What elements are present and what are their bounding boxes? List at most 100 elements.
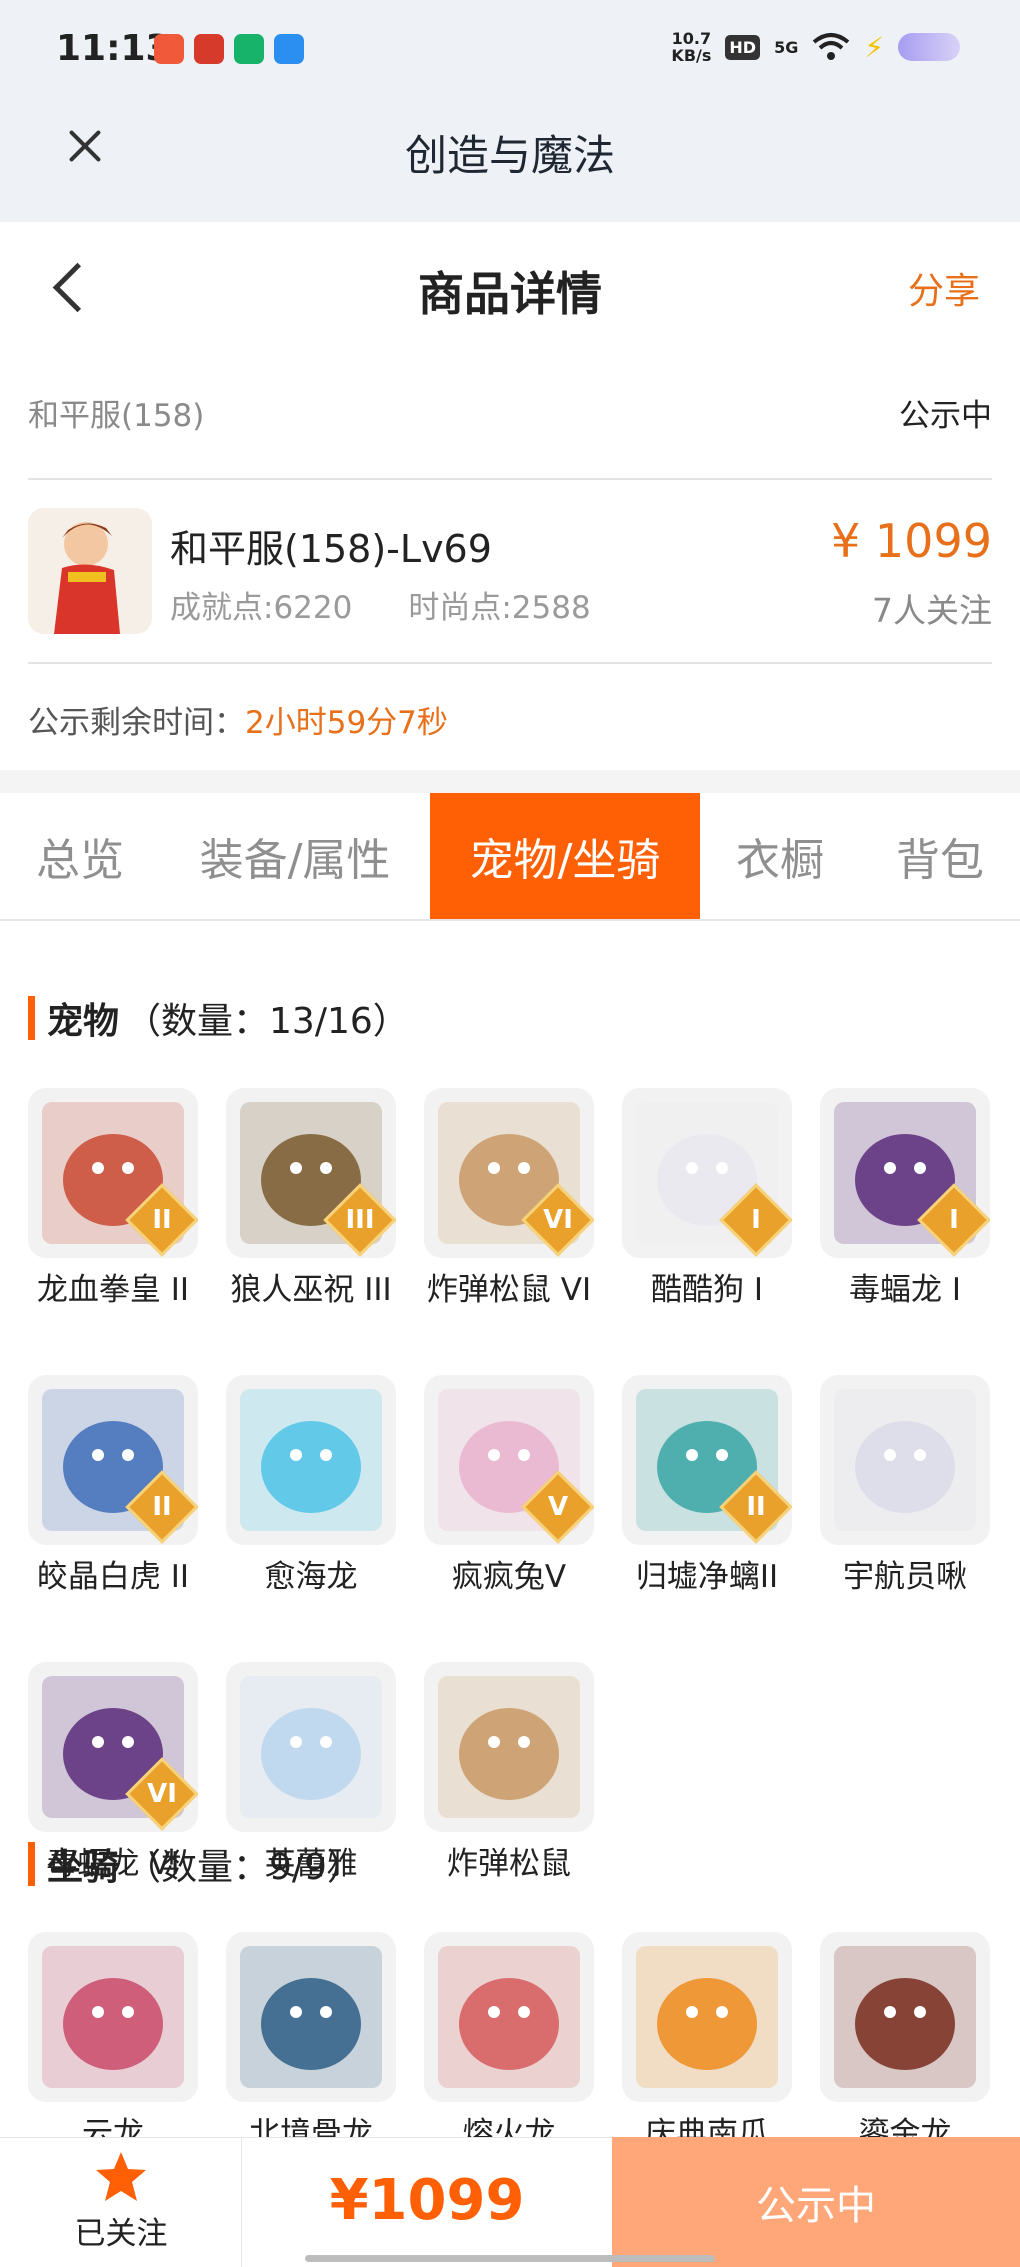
pet-name: 愈海龙 (264, 1559, 358, 1595)
pet-image: I (622, 1088, 792, 1258)
character-portrait-icon (28, 508, 152, 634)
server-name: 和平服(158) (28, 398, 205, 434)
pet-name: 宇航员啾 (843, 1559, 967, 1595)
pet-item[interactable]: II 龙血拳皇 II (28, 1088, 198, 1309)
app-notification-icon (154, 34, 184, 64)
pet-item[interactable]: I 毒蝠龙 I (820, 1088, 990, 1309)
mount-item[interactable]: 庆典南瓜 (622, 1932, 792, 2153)
charging-icon: ⚡ (864, 30, 884, 64)
mounts-count: （数量：9/9） (125, 1847, 363, 1888)
listing-status: 公示中 (899, 398, 992, 434)
tab-equipment[interactable]: 装备/属性 (160, 793, 430, 919)
tab-bar: 总览 装备/属性 宠物/坐骑 衣橱 背包 (0, 793, 1020, 921)
mount-item[interactable]: 云龙 (28, 1932, 198, 2153)
pet-item[interactable]: III 狼人巫祝 III (226, 1088, 396, 1309)
mount-item[interactable]: 熔火龙 (424, 1932, 594, 2153)
pet-name: 归墟净螭II (635, 1559, 779, 1595)
public-status-button[interactable]: 公示中 (612, 2137, 1020, 2267)
pet-name: 疯疯兔V (451, 1559, 567, 1595)
pet-image (820, 1375, 990, 1545)
remaining-value: 2小时59分7秒 (245, 705, 448, 741)
pet-item[interactable]: 宇航员啾 (820, 1375, 990, 1596)
mount-image (424, 1932, 594, 2102)
notification-icons (154, 34, 304, 64)
pets-title: 宠物 (47, 1001, 120, 1042)
pet-image: II (28, 1088, 198, 1258)
mount-portrait-icon (834, 1946, 976, 2088)
remaining-time: 公示剩余时间：2小时59分7秒 (28, 697, 448, 742)
network-speed: 10.7 KB/s (671, 30, 711, 64)
tab-wardrobe[interactable]: 衣橱 (700, 793, 860, 919)
pet-portrait-icon (240, 1389, 382, 1531)
bottom-price: ¥1099 (329, 2168, 525, 2233)
pet-image: II (28, 1375, 198, 1545)
mount-item[interactable]: 鎏金龙 (820, 1932, 990, 2153)
pet-item[interactable]: II 归墟净螭II (622, 1375, 792, 1596)
mounts-title: 坐骑 (47, 1847, 120, 1888)
mount-image (622, 1932, 792, 2102)
mounts-grid: 云龙 北境骨龙 熔火龙 庆典南瓜 鎏金龙 (28, 1932, 992, 2153)
pet-name: 狼人巫祝 III (230, 1272, 392, 1308)
pet-item[interactable]: 炸弹松鼠 (424, 1662, 594, 1883)
character-title: 和平服(158)-Lv69 (170, 527, 492, 571)
listing-price: ¥ 1099 (831, 514, 992, 568)
mount-portrait-icon (636, 1946, 778, 2088)
section-separator (0, 770, 1020, 794)
mount-portrait-icon (240, 1946, 382, 2088)
speed-value: 10.7 (671, 29, 712, 48)
tab-overview[interactable]: 总览 (0, 793, 160, 919)
rank-label: II (152, 1492, 172, 1522)
tab-bag[interactable]: 背包 (860, 793, 1020, 919)
wifi-icon (813, 33, 850, 60)
pet-item[interactable]: VI 炸弹松鼠 VI (424, 1088, 594, 1309)
pet-image: III (226, 1088, 396, 1258)
mount-item[interactable]: 北境骨龙 (226, 1932, 396, 2153)
pet-name: 炸弹松鼠 VI (426, 1272, 592, 1308)
followers-count: 7人关注 (872, 591, 992, 630)
tab-pets-mounts[interactable]: 宠物/坐骑 (430, 793, 700, 919)
pet-name: 酷酷狗 I (651, 1272, 763, 1308)
rank-label: II (746, 1492, 766, 1522)
pets-count: （数量：13/16） (125, 1001, 409, 1042)
pet-item[interactable]: V 疯疯兔V (424, 1375, 594, 1596)
section-accent-bar (28, 1842, 35, 1886)
mount-image (28, 1932, 198, 2102)
rank-label: VI (543, 1205, 573, 1235)
divider (28, 478, 992, 480)
signal-5g-icon: 5G (774, 37, 799, 57)
rank-label: VI (147, 1779, 177, 1809)
pet-portrait-icon (240, 1676, 382, 1818)
home-indicator[interactable] (305, 2255, 715, 2262)
speed-unit: KB/s (671, 46, 712, 65)
follow-label[interactable]: 已关注 (0, 2208, 242, 2253)
game-notification-icon (194, 34, 224, 64)
rank-label: I (949, 1205, 959, 1235)
fashion-points: 时尚点:2588 (408, 590, 591, 626)
battery-icon (898, 33, 960, 61)
mount-image (226, 1932, 396, 2102)
mount-portrait-icon (438, 1946, 580, 2088)
achievement-points: 成就点:6220 (170, 590, 353, 626)
pet-name: 皎晶白虎 II (36, 1559, 190, 1595)
server-row: 和平服(158) 公示中 (28, 390, 992, 435)
section-accent-bar (28, 996, 35, 1040)
remaining-label: 公示剩余时间： (28, 705, 245, 741)
pet-image: VI (424, 1088, 594, 1258)
pet-image (424, 1662, 594, 1832)
pet-name: 炸弹松鼠 (447, 1846, 571, 1882)
pet-item[interactable]: 愈海龙 (226, 1375, 396, 1596)
rank-label: III (345, 1205, 375, 1235)
character-stats: 成就点:6220 时尚点:2588 (170, 582, 591, 627)
pet-item[interactable]: II 皎晶白虎 II (28, 1375, 198, 1596)
hd-icon: HD (725, 34, 761, 60)
pet-item[interactable]: I 酷酷狗 I (622, 1088, 792, 1309)
rank-label: II (152, 1205, 172, 1235)
status-right: 10.7 KB/s HD 5G ⚡ (671, 30, 960, 64)
page-title: 商品详情 (418, 267, 602, 321)
send-notification-icon (274, 34, 304, 64)
star-icon[interactable] (94, 2150, 148, 2204)
rank-label: I (751, 1205, 761, 1235)
share-button[interactable]: 分享 (908, 262, 980, 314)
mounts-section-title: 坐骑 （数量：9/9） (28, 1838, 363, 1890)
pet-portrait-icon (834, 1389, 976, 1531)
